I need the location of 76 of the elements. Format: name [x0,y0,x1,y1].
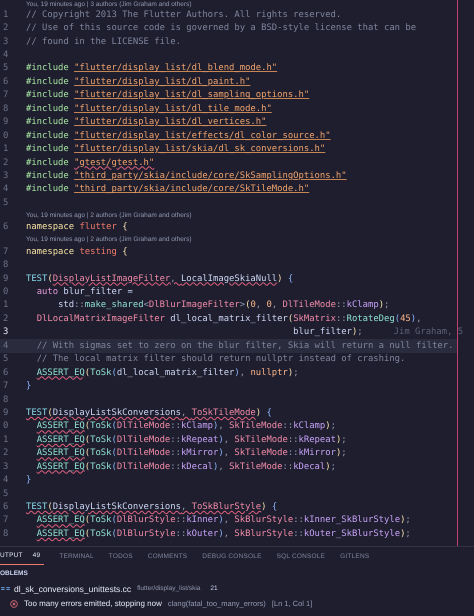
line-number: 6 [2,502,10,512]
code-line: #include "flutter/display_list/dl_tile_mode.h" [26,104,272,114]
line-number: 4 [2,475,10,486]
error-icon [10,600,18,608]
code-line: // The local matrix filter should return nullptr instead of crashing. [36,354,406,364]
line-number: 1 [2,10,10,20]
code-line: TEST(DisplayListSkConversions, ToSkTileMode) { [26,408,272,418]
line-number: 9 [2,274,10,284]
line-number: 3 [2,462,10,472]
line-number: 4 [2,340,10,351]
code-line: // Copyright 2013 The Flutter Authors. All rights reserved. [26,10,342,20]
line-number: 5 [2,354,10,364]
code-line: blur_filter); [292,327,363,338]
line-number: 1 [2,300,10,310]
file-name[interactable]: dl_sk_conversions_unittests.cc [14,584,132,594]
line-number: 0 [2,130,10,141]
line-number: 7 [2,246,10,257]
line-number: 0 [2,421,10,432]
code-line: #include "flutter/display_list/skia/dl_sk_conversions.h" [26,144,326,154]
line-number: 7 [2,515,10,526]
code-line: #include "flutter/display_list/dl_sampling_options.h" [26,90,310,100]
code-line: namespace testing { [26,246,128,257]
line-number: 3 [2,36,10,47]
line-number: 8 [2,394,10,405]
code-line: } [26,475,32,486]
code-line: // found in the LICENSE file. [26,36,181,47]
code-line: #include "flutter/display_list/dl_paint.h" [26,76,250,87]
code-line: TEST(DisplayListImageFilter, LocalImageSkiaNull) { [26,274,294,284]
line-number: 7 [2,90,10,100]
line-number: 0 [2,287,10,298]
line-number: 2 [2,448,10,458]
line-number: 6 [2,222,10,232]
line-number: 8 [2,528,10,539]
line-number: 3 [2,170,10,181]
code-line: DlLocalMatrixImageFilter dl_local_matrix_filter(SkMatrix::RotateDeg(45), [36,314,422,324]
code-line: namespace flutter { [26,222,128,232]
line-number: 1 [2,434,10,445]
line-number: 4 [2,184,10,194]
line-number: 9 [2,117,10,128]
code-line: #include "flutter/display_list/dl_blend_mode.h" [26,63,278,74]
line-number: 2 [2,314,10,324]
code-line: #include "third_party/skia/include/core/SkSamplingOptions.h" [26,170,347,181]
line-number: 5 [2,488,10,499]
line-number: 1 [2,144,10,154]
code-line: ASSERT_EQ(ToSk(DlTileMode::kDecal), SkTileMode::kDecal); [36,462,336,472]
file-type-icon [1,585,10,592]
code-line: ASSERT_EQ(ToSk(DlTileMode::kRepeat), SkTileMode::kRepeat); [36,434,347,445]
code-line: // With sigmas set to zero on the blur filter, Skia will return a null filter. [36,340,454,351]
code-line: ASSERT_EQ(ToSk(DlTileMode::kMirror), SkTileMode::kMirror); [36,448,347,458]
line-number: 2 [2,23,10,34]
line-number: 5 [2,63,10,74]
code-line: ASSERT_EQ(ToSk(dl_local_matrix_filter), nullptr); [36,368,299,378]
line-number: 6 [2,76,10,87]
code-line: #include "third_party/skia/include/core/SkTileMode.h" [26,184,310,194]
code-line: // Use of this source code is governed by a BSD-style license that can be [26,23,416,34]
line-number: 2 [2,158,10,168]
code-line: auto blur_filter = [36,287,133,298]
line-number: 4 [2,50,10,60]
line-number: 7 [2,381,10,392]
blame-annotation: Jim Graham, 5 [394,327,464,338]
line-number: 9 [2,408,10,418]
line-number: 8 [2,260,10,270]
line-number: 3 [2,327,10,338]
code-line: #include "flutter/display_list/effects/dl_color_source.h" [26,130,331,141]
problem-message[interactable]: Too many errors emitted, stopping now [24,599,162,608]
code-line: ASSERT_EQ(ToSk(DlTileMode::kClamp), SkTileMode::kClamp); [36,421,336,432]
line-number: 5 [2,198,10,208]
code-line: ASSERT_EQ(ToSk(DlBlurStyle::kInner), SkBlurStyle::kInner_SkBlurStyle); [36,515,411,526]
code-line: ASSERT_EQ(ToSk(DlBlurStyle::kOuter), SkBlurStyle::kOuter_SkBlurStyle); [36,528,411,539]
line-number: 6 [2,368,10,378]
code-line: #include "flutter/display_list/dl_vertices.h" [26,117,266,128]
code-line: } [26,381,32,392]
code-line: std::make_shared<DlBlurImageFilter>(0, 0, DlTileMode::kClamp); [57,300,390,310]
code-line: TEST(DisplayListSkConversions, ToSkBlurStyle) { [26,502,278,512]
code-line: #include "gtest/gtest.h" [26,158,154,168]
line-number: 8 [2,104,10,114]
